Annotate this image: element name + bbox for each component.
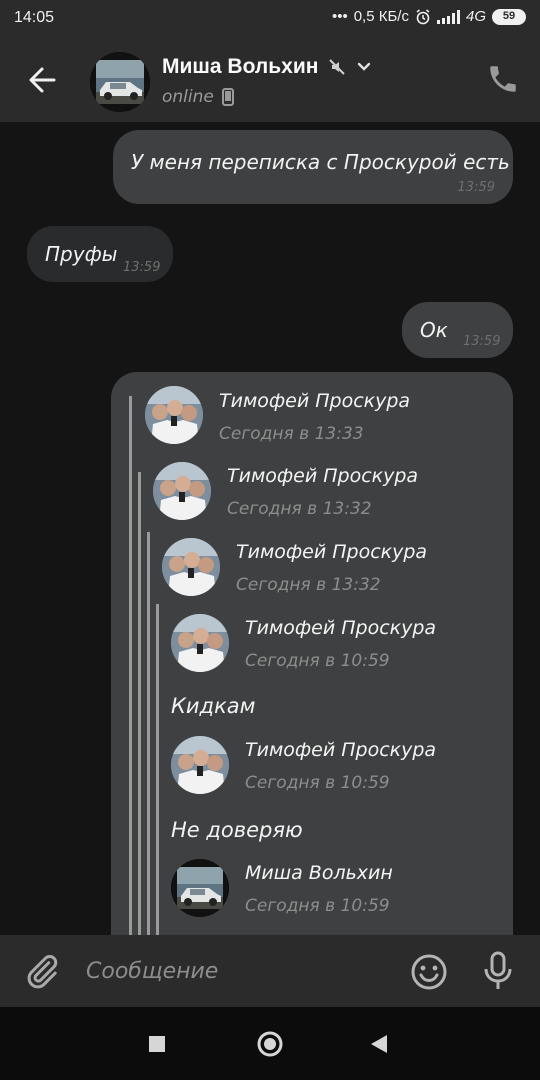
message-list[interactable]: У меня переписка с Проскурой есть 13:59 …: [0, 122, 540, 935]
network-speed: 0,5 КБ/с: [353, 8, 409, 25]
attach-icon[interactable]: [24, 953, 60, 989]
mute-icon: [329, 59, 346, 75]
forward-line: [138, 472, 141, 935]
back-arrow-icon[interactable]: [24, 62, 60, 98]
recents-square-icon[interactable]: [148, 1035, 166, 1053]
message-time: 13:59: [123, 260, 161, 275]
message-time: 13:59: [457, 180, 495, 195]
system-navigation-bar: [0, 1007, 540, 1080]
group-photo-icon: [145, 386, 203, 444]
forwarded-messages-bubble[interactable]: Тимофей Проскура Сегодня в 13:33 Тимофей…: [111, 372, 513, 935]
message-text: Пруфы: [45, 242, 118, 266]
forward-date: Сегодня в 10:59: [245, 651, 390, 671]
status-time: 14:05: [14, 9, 55, 26]
forward-message-text: Кидкам: [171, 694, 256, 718]
forward-author-avatar[interactable]: [162, 538, 220, 596]
chevron-down-icon[interactable]: [356, 59, 372, 75]
forward-author-name: Тимофей Проскура: [245, 617, 437, 639]
battery-icon: 59: [492, 8, 526, 25]
forward-date: Сегодня в 13:32: [227, 499, 372, 519]
contact-avatar[interactable]: [90, 52, 150, 112]
forward-author-name: Тимофей Проскура: [236, 541, 428, 563]
contact-name-text: Миша Вольхин: [162, 55, 319, 78]
mobile-device-icon: [221, 88, 234, 106]
forward-author-name: Тимофей Проскура: [227, 465, 419, 487]
message-input[interactable]: Сообщение: [86, 959, 218, 984]
online-status: online: [162, 87, 214, 107]
status-bar: 14:05 ••• 0,5 КБ/с 4G 59: [0, 0, 540, 38]
forward-author-avatar[interactable]: [171, 614, 229, 672]
forward-date: Сегодня в 10:59: [245, 773, 390, 793]
message-composer: Сообщение: [0, 935, 540, 1007]
forward-author-avatar[interactable]: [153, 462, 211, 520]
group-photo-icon: [171, 736, 229, 794]
group-photo-icon: [162, 538, 220, 596]
emoji-icon[interactable]: [410, 953, 448, 991]
message-time: 13:59: [463, 334, 501, 349]
forward-date: Сегодня в 10:59: [245, 896, 390, 916]
message-bubble-incoming[interactable]: Пруфы 13:59: [27, 226, 173, 282]
forward-author-avatar[interactable]: [171, 736, 229, 794]
message-bubble-outgoing[interactable]: У меня переписка с Проскурой есть 13:59: [113, 130, 513, 204]
home-circle-icon[interactable]: [256, 1030, 284, 1058]
signal-icon: [436, 9, 460, 24]
message-bubble-outgoing[interactable]: Ок 13:59: [402, 302, 513, 358]
network-type: 4G: [465, 8, 486, 25]
forward-line: [129, 396, 132, 935]
forward-author-avatar[interactable]: [145, 386, 203, 444]
forward-date: Сегодня в 13:32: [236, 575, 381, 595]
chat-header: Миша Вольхин online: [0, 38, 540, 122]
contact-status: online: [162, 87, 234, 107]
message-text: У меня переписка с Проскурой есть: [131, 150, 510, 174]
contact-name[interactable]: Миша Вольхин: [162, 55, 372, 79]
car-photo-icon: [90, 52, 150, 112]
group-photo-icon: [171, 614, 229, 672]
status-indicators: ••• 0,5 КБ/с 4G 59: [332, 8, 526, 25]
forward-author-avatar[interactable]: [171, 859, 229, 917]
forward-author-name: Тимофей Проскура: [245, 739, 437, 761]
forward-date: Сегодня в 13:33: [219, 424, 364, 444]
back-triangle-icon[interactable]: [368, 1033, 390, 1055]
phone-icon[interactable]: [486, 62, 520, 96]
alarm-icon: [416, 8, 430, 24]
message-text: Ок: [420, 318, 448, 342]
forward-line: [147, 532, 150, 935]
forward-author-name: Тимофей Проскура: [219, 390, 411, 412]
forward-line: [156, 604, 159, 935]
microphone-icon[interactable]: [482, 951, 514, 991]
car-photo-icon: [171, 859, 229, 917]
forward-message-text: Не доверяю: [171, 818, 303, 842]
more-dots-icon: •••: [331, 8, 348, 25]
forward-author-name: Миша Вольхин: [245, 862, 393, 884]
group-photo-icon: [153, 462, 211, 520]
